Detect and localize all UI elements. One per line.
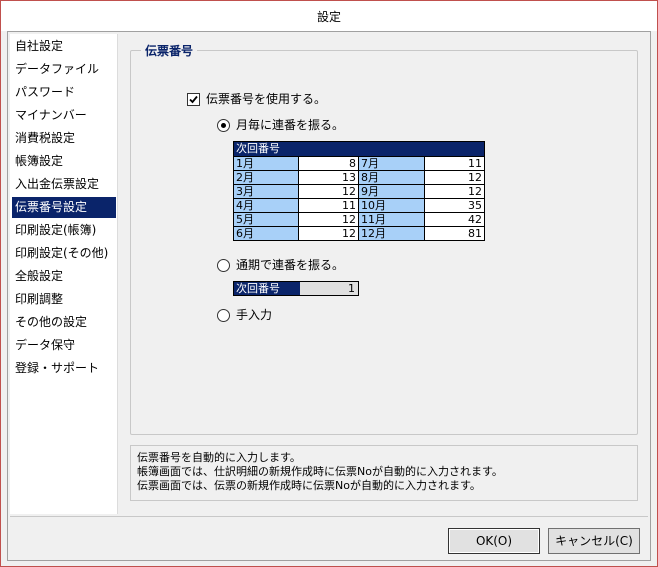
month-next-number-cell[interactable]: 42 <box>424 213 485 226</box>
sidebar-item-general[interactable]: 全般設定 <box>12 266 116 287</box>
month-label: 7月 <box>359 157 425 170</box>
month-label: 2月 <box>234 171 300 184</box>
month-next-number-cell[interactable]: 12 <box>424 185 485 198</box>
month-label: 5月 <box>234 213 300 226</box>
footer-divider <box>10 516 648 517</box>
sidebar-item-ledger[interactable]: 帳簿設定 <box>12 151 116 172</box>
month-next-number-cell[interactable]: 12 <box>299 185 360 198</box>
sidebar-item-data-maintenance[interactable]: データ保守 <box>12 335 116 356</box>
radio-unselected-icon[interactable] <box>217 258 230 272</box>
monthly-sequence-radio[interactable]: 月毎に連番を振る。 <box>217 117 344 133</box>
description-line: 伝票画面では、伝票の新規作成時に伝票Noが自動的に入力されます。 <box>137 479 481 492</box>
monthly-sequence-label: 月毎に連番を振る。 <box>236 118 345 132</box>
checkbox-checked-icon[interactable] <box>187 92 200 106</box>
month-label: 12月 <box>359 227 425 240</box>
yearly-sequence-label: 通期で連番を振る。 <box>236 258 345 272</box>
slip-number-group: 伝票番号 伝票番号を使用する。 月毎に連番を振る。 次回番号 1月 8 7月 1… <box>130 42 638 435</box>
monthly-next-number-grid: 次回番号 1月 8 7月 11 2月 13 8月 12 3月 12 9月 12 … <box>233 141 485 241</box>
sidebar-item-registration[interactable]: 登録・サポート <box>12 358 116 379</box>
settings-window: 設定 自社設定 データファイル パスワード マイナンバー 消費税設定 帳簿設定 … <box>0 0 658 567</box>
yearly-sequence-radio[interactable]: 通期で連番を振る。 <box>217 257 344 273</box>
month-next-number-cell[interactable]: 11 <box>424 157 485 170</box>
month-next-number-cell[interactable]: 11 <box>299 199 360 212</box>
month-label: 8月 <box>359 171 425 184</box>
sidebar-item-password[interactable]: パスワード <box>12 82 116 103</box>
cancel-button[interactable]: キャンセル(C) <box>548 528 640 554</box>
month-label: 11月 <box>359 213 425 226</box>
sidebar-item-print-ledger[interactable]: 印刷設定(帳簿) <box>12 220 116 241</box>
sidebar-item-other-settings[interactable]: その他の設定 <box>12 312 116 333</box>
window-title: 設定 <box>1 1 657 31</box>
month-label: 9月 <box>359 185 425 198</box>
month-next-number-cell[interactable]: 12 <box>424 171 485 184</box>
month-next-number-cell[interactable]: 12 <box>299 213 360 226</box>
use-slip-number-checkbox[interactable]: 伝票番号を使用する。 <box>187 91 326 107</box>
radio-selected-icon[interactable] <box>217 118 230 132</box>
sidebar-item-cash-slip[interactable]: 入出金伝票設定 <box>12 174 116 195</box>
month-next-number-cell[interactable]: 8 <box>299 157 360 170</box>
sidebar-item-print-adjust[interactable]: 印刷調整 <box>12 289 116 310</box>
table-row: 6月 12 12月 81 <box>234 226 485 240</box>
month-next-number-cell[interactable]: 13 <box>299 171 360 184</box>
month-next-number-cell[interactable]: 81 <box>424 227 485 240</box>
description-panel: 伝票番号を自動的に入力します。 帳簿画面では、仕訳明細の新規作成時に伝票Noが自… <box>130 445 638 501</box>
group-title: 伝票番号 <box>141 42 198 59</box>
yearly-next-number-field: 次回番号 1 <box>233 281 359 296</box>
month-label: 4月 <box>234 199 300 212</box>
dialog-client: 自社設定 データファイル パスワード マイナンバー 消費税設定 帳簿設定 入出金… <box>7 31 651 561</box>
sidebar-item-my-number[interactable]: マイナンバー <box>12 105 116 126</box>
description-line: 伝票番号を自動的に入力します。 <box>137 451 301 464</box>
manual-entry-radio[interactable]: 手入力 <box>217 307 272 323</box>
table-row: 1月 8 7月 11 <box>234 156 485 170</box>
use-slip-number-label: 伝票番号を使用する。 <box>206 92 327 106</box>
description-line: 帳簿画面では、仕訳明細の新規作成時に伝票Noが自動的に入力されます。 <box>137 465 503 478</box>
sidebar-item-company[interactable]: 自社設定 <box>12 36 116 57</box>
manual-entry-label: 手入力 <box>236 308 273 322</box>
month-next-number-cell[interactable]: 12 <box>299 227 360 240</box>
month-label: 3月 <box>234 185 300 198</box>
month-next-number-cell[interactable]: 35 <box>424 199 485 212</box>
radio-unselected-icon[interactable] <box>217 308 230 322</box>
month-label: 6月 <box>234 227 300 240</box>
table-row: 4月 11 10月 35 <box>234 198 485 212</box>
sidebar-item-print-other[interactable]: 印刷設定(その他) <box>12 243 116 264</box>
settings-category-list[interactable]: 自社設定 データファイル パスワード マイナンバー 消費税設定 帳簿設定 入出金… <box>10 34 118 514</box>
table-row: 5月 12 11月 42 <box>234 212 485 226</box>
yearly-next-number-input[interactable]: 1 <box>300 282 358 295</box>
sidebar-item-consumption-tax[interactable]: 消費税設定 <box>12 128 116 149</box>
sidebar-item-data-file[interactable]: データファイル <box>12 59 116 80</box>
grid-header: 次回番号 <box>234 142 484 156</box>
month-label: 1月 <box>234 157 300 170</box>
table-row: 3月 12 9月 12 <box>234 184 485 198</box>
ok-button[interactable]: OK(O) <box>448 528 540 554</box>
sidebar-item-slip-number[interactable]: 伝票番号設定 <box>12 197 116 218</box>
table-row: 2月 13 8月 12 <box>234 170 485 184</box>
yearly-next-number-label: 次回番号 <box>234 282 300 295</box>
month-label: 10月 <box>359 199 425 212</box>
